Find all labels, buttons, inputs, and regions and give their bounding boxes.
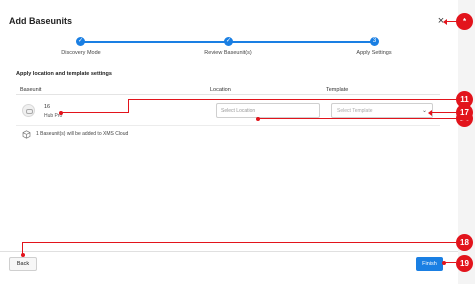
finish-button[interactable]: Finish <box>416 257 443 271</box>
annotation-line-11b <box>128 99 129 113</box>
annotation-badge-18: 18 <box>456 234 473 251</box>
step-2-check-icon: ✓ <box>224 37 233 46</box>
settings-section: Apply location and template settings Bas… <box>10 65 440 255</box>
stepper-line-2 <box>228 41 374 43</box>
annotation-badge-19: 19 <box>456 255 473 272</box>
annotation-badge-close: * <box>456 13 473 30</box>
annotation-arrow-close <box>443 19 447 25</box>
step-3-label: Apply Settings <box>356 50 392 56</box>
annotation-badge-17: 17 <box>456 104 473 121</box>
row-divider <box>16 125 440 126</box>
table-row: 16 Hub Pro Select Template ⌄ <box>16 99 440 123</box>
hub-device-icon <box>22 104 35 117</box>
cube-icon <box>22 130 31 139</box>
annotation-line-18b <box>22 242 456 243</box>
step-1-check-icon: ✓ <box>76 37 85 46</box>
column-header-baseunit: Baseunit <box>20 87 42 93</box>
chevron-down-icon: ⌄ <box>421 108 427 114</box>
dialog-title: Add Baseunits <box>9 16 73 26</box>
template-select[interactable]: Select Template ⌄ <box>331 103 433 118</box>
location-input[interactable] <box>216 103 320 118</box>
column-header-location: Location <box>210 87 231 93</box>
annotation-line-19 <box>444 262 456 263</box>
template-select-value: Select Template <box>337 108 373 114</box>
back-button[interactable]: Back <box>9 257 37 271</box>
step-1-label: Discovery Mode <box>61 50 101 56</box>
step-3-number: 3 <box>370 37 379 46</box>
footer-divider <box>0 251 458 252</box>
annotation-line-18a <box>22 242 23 254</box>
stepper-line-1 <box>80 41 228 43</box>
annotation-line-11c <box>128 99 456 100</box>
baseunit-name[interactable]: 16 <box>44 104 50 110</box>
column-header-template: Template <box>326 87 349 93</box>
annotation-line-17 <box>431 112 456 113</box>
step-2-label: Review Baseunit(s) <box>204 50 252 56</box>
annotation-arrow-17 <box>428 110 432 116</box>
annotation-line-11a <box>61 112 129 113</box>
section-title: Apply location and template settings <box>16 71 112 77</box>
header-divider <box>16 94 440 95</box>
info-text: 1 Baseunit(s) will be added to XMS Cloud <box>36 131 129 137</box>
annotation-line-16b <box>262 118 456 119</box>
